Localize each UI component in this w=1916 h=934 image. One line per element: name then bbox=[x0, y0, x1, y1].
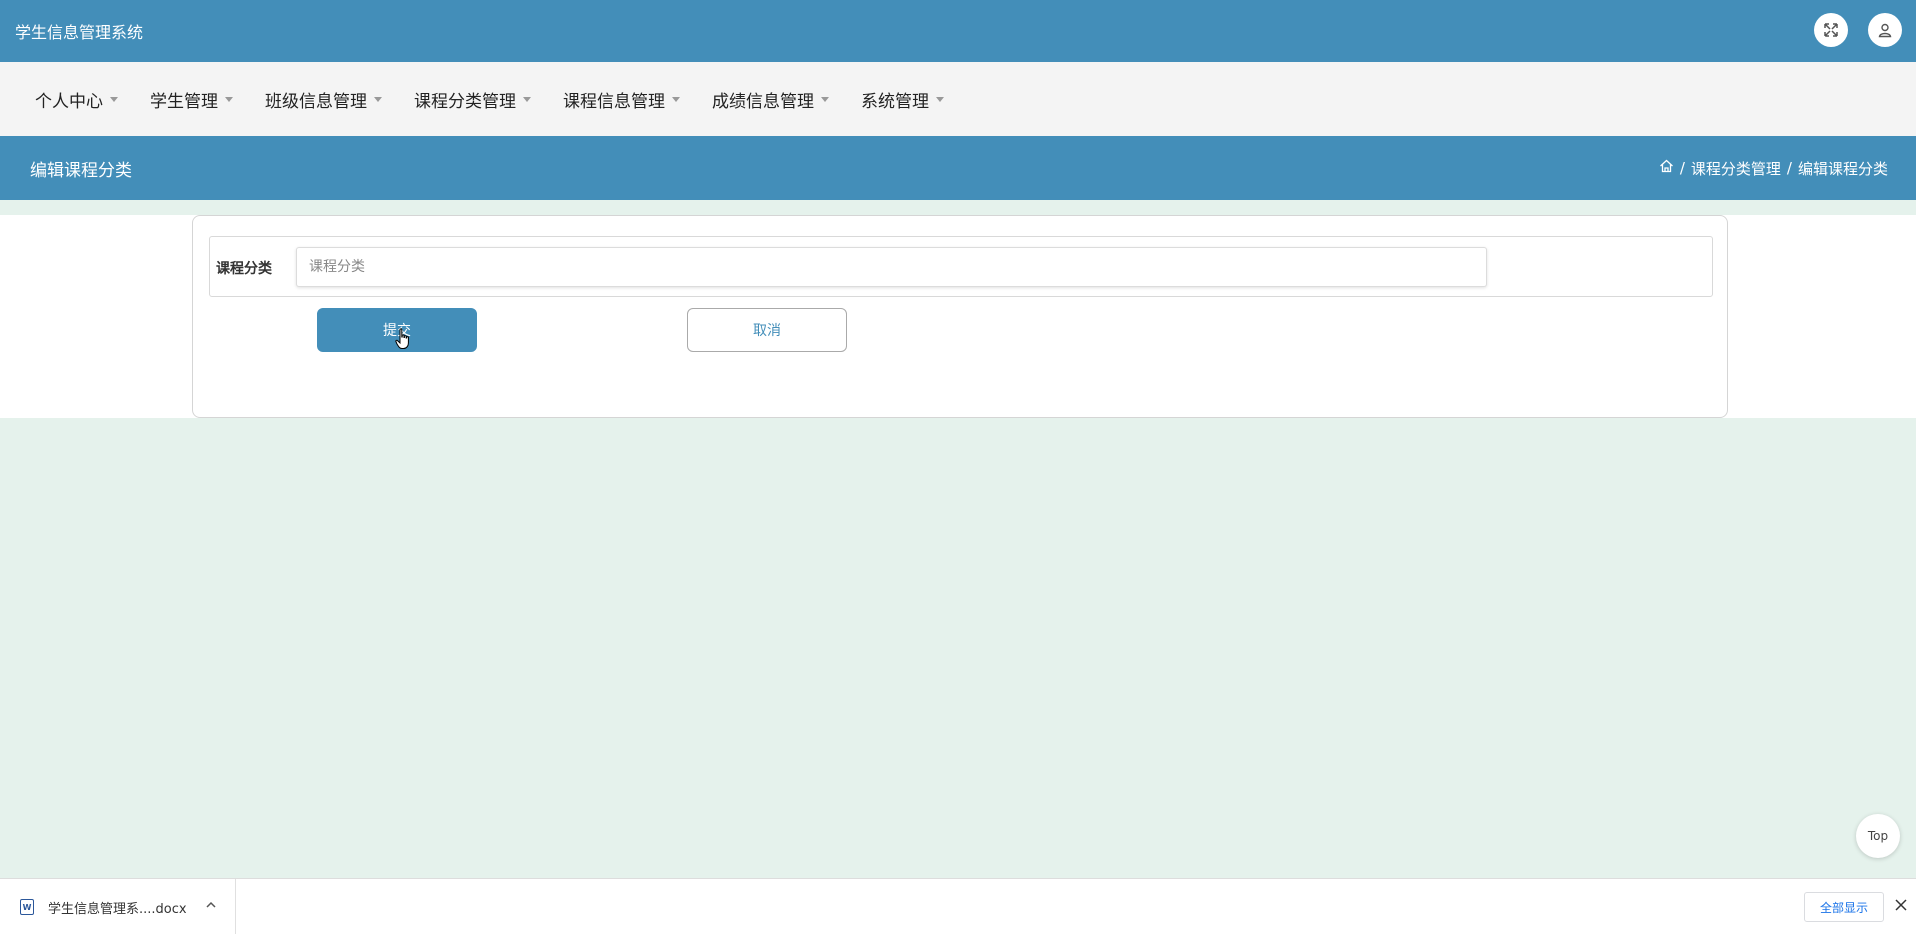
header-actions bbox=[1814, 13, 1902, 47]
course-category-input[interactable] bbox=[296, 247, 1487, 287]
nav-item-grade-management[interactable]: 成绩信息管理 bbox=[712, 87, 829, 112]
chevron-up-icon[interactable] bbox=[205, 899, 217, 911]
download-item[interactable]: W 学生信息管理系....docx bbox=[0, 879, 236, 934]
breadcrumb-separator: / bbox=[1679, 159, 1685, 177]
nav-item-course-category-management[interactable]: 课程分类管理 bbox=[414, 87, 531, 112]
breadcrumb-item-course-category[interactable]: 课程分类管理 bbox=[1691, 158, 1781, 179]
nav-item-label: 个人中心 bbox=[35, 91, 103, 112]
edit-form-card: 课程分类 提交 取消 bbox=[192, 215, 1728, 418]
close-icon[interactable] bbox=[1894, 898, 1908, 912]
caret-down-icon bbox=[110, 97, 118, 102]
home-icon bbox=[1659, 159, 1673, 173]
nav-item-label: 班级信息管理 bbox=[265, 91, 367, 112]
caret-down-icon bbox=[374, 97, 382, 102]
page-title: 编辑课程分类 bbox=[30, 160, 132, 181]
nav-item-student-management[interactable]: 学生管理 bbox=[150, 87, 233, 112]
caret-down-icon bbox=[225, 97, 233, 102]
nav-item-course-info-management[interactable]: 课程信息管理 bbox=[563, 87, 680, 112]
nav-item-class-management[interactable]: 班级信息管理 bbox=[265, 87, 382, 112]
top-header: 学生信息管理系统 bbox=[0, 0, 1916, 62]
scroll-to-top-button[interactable]: Top bbox=[1856, 814, 1900, 858]
main-nav: 个人中心 学生管理 班级信息管理 课程分类管理 课程信息管理 成绩信息管理 系统… bbox=[0, 62, 1916, 136]
nav-item-label: 课程信息管理 bbox=[563, 91, 665, 112]
breadcrumb-item-current: 编辑课程分类 bbox=[1797, 159, 1888, 178]
caret-down-icon bbox=[821, 97, 829, 102]
caret-down-icon bbox=[672, 97, 680, 102]
nav-item-system-management[interactable]: 系统管理 bbox=[861, 87, 944, 112]
fullscreen-button[interactable] bbox=[1814, 13, 1848, 47]
cancel-button[interactable]: 取消 bbox=[687, 308, 847, 352]
user-button[interactable] bbox=[1868, 13, 1902, 47]
nav-item-personal-center[interactable]: 个人中心 bbox=[35, 87, 118, 112]
breadcrumb-home[interactable] bbox=[1659, 159, 1674, 177]
download-file-name: 学生信息管理系....docx bbox=[48, 901, 187, 917]
nav-item-label: 成绩信息管理 bbox=[712, 91, 814, 112]
breadcrumb-separator: / bbox=[1786, 159, 1792, 177]
user-icon bbox=[1878, 23, 1892, 38]
caret-down-icon bbox=[523, 97, 531, 102]
nav-item-label: 系统管理 bbox=[861, 91, 929, 112]
caret-down-icon bbox=[936, 97, 944, 102]
show-all-downloads-button[interactable]: 全部显示 bbox=[1804, 892, 1884, 922]
course-category-label: 课程分类 bbox=[216, 261, 272, 277]
hand-cursor-icon bbox=[395, 328, 409, 349]
breadcrumb: / 课程分类管理 / 编辑课程分类 bbox=[1659, 158, 1888, 179]
word-file-icon: W bbox=[20, 899, 34, 915]
app-title: 学生信息管理系统 bbox=[15, 23, 144, 42]
download-bar: W 学生信息管理系....docx 全部显示 bbox=[0, 878, 1916, 934]
fullscreen-icon bbox=[1824, 23, 1838, 37]
nav-item-label: 课程分类管理 bbox=[414, 91, 516, 112]
nav-item-label: 学生管理 bbox=[150, 91, 218, 112]
course-category-field-row: 课程分类 bbox=[209, 236, 1713, 297]
page-header: 编辑课程分类 / 课程分类管理 / 编辑课程分类 bbox=[0, 136, 1916, 200]
